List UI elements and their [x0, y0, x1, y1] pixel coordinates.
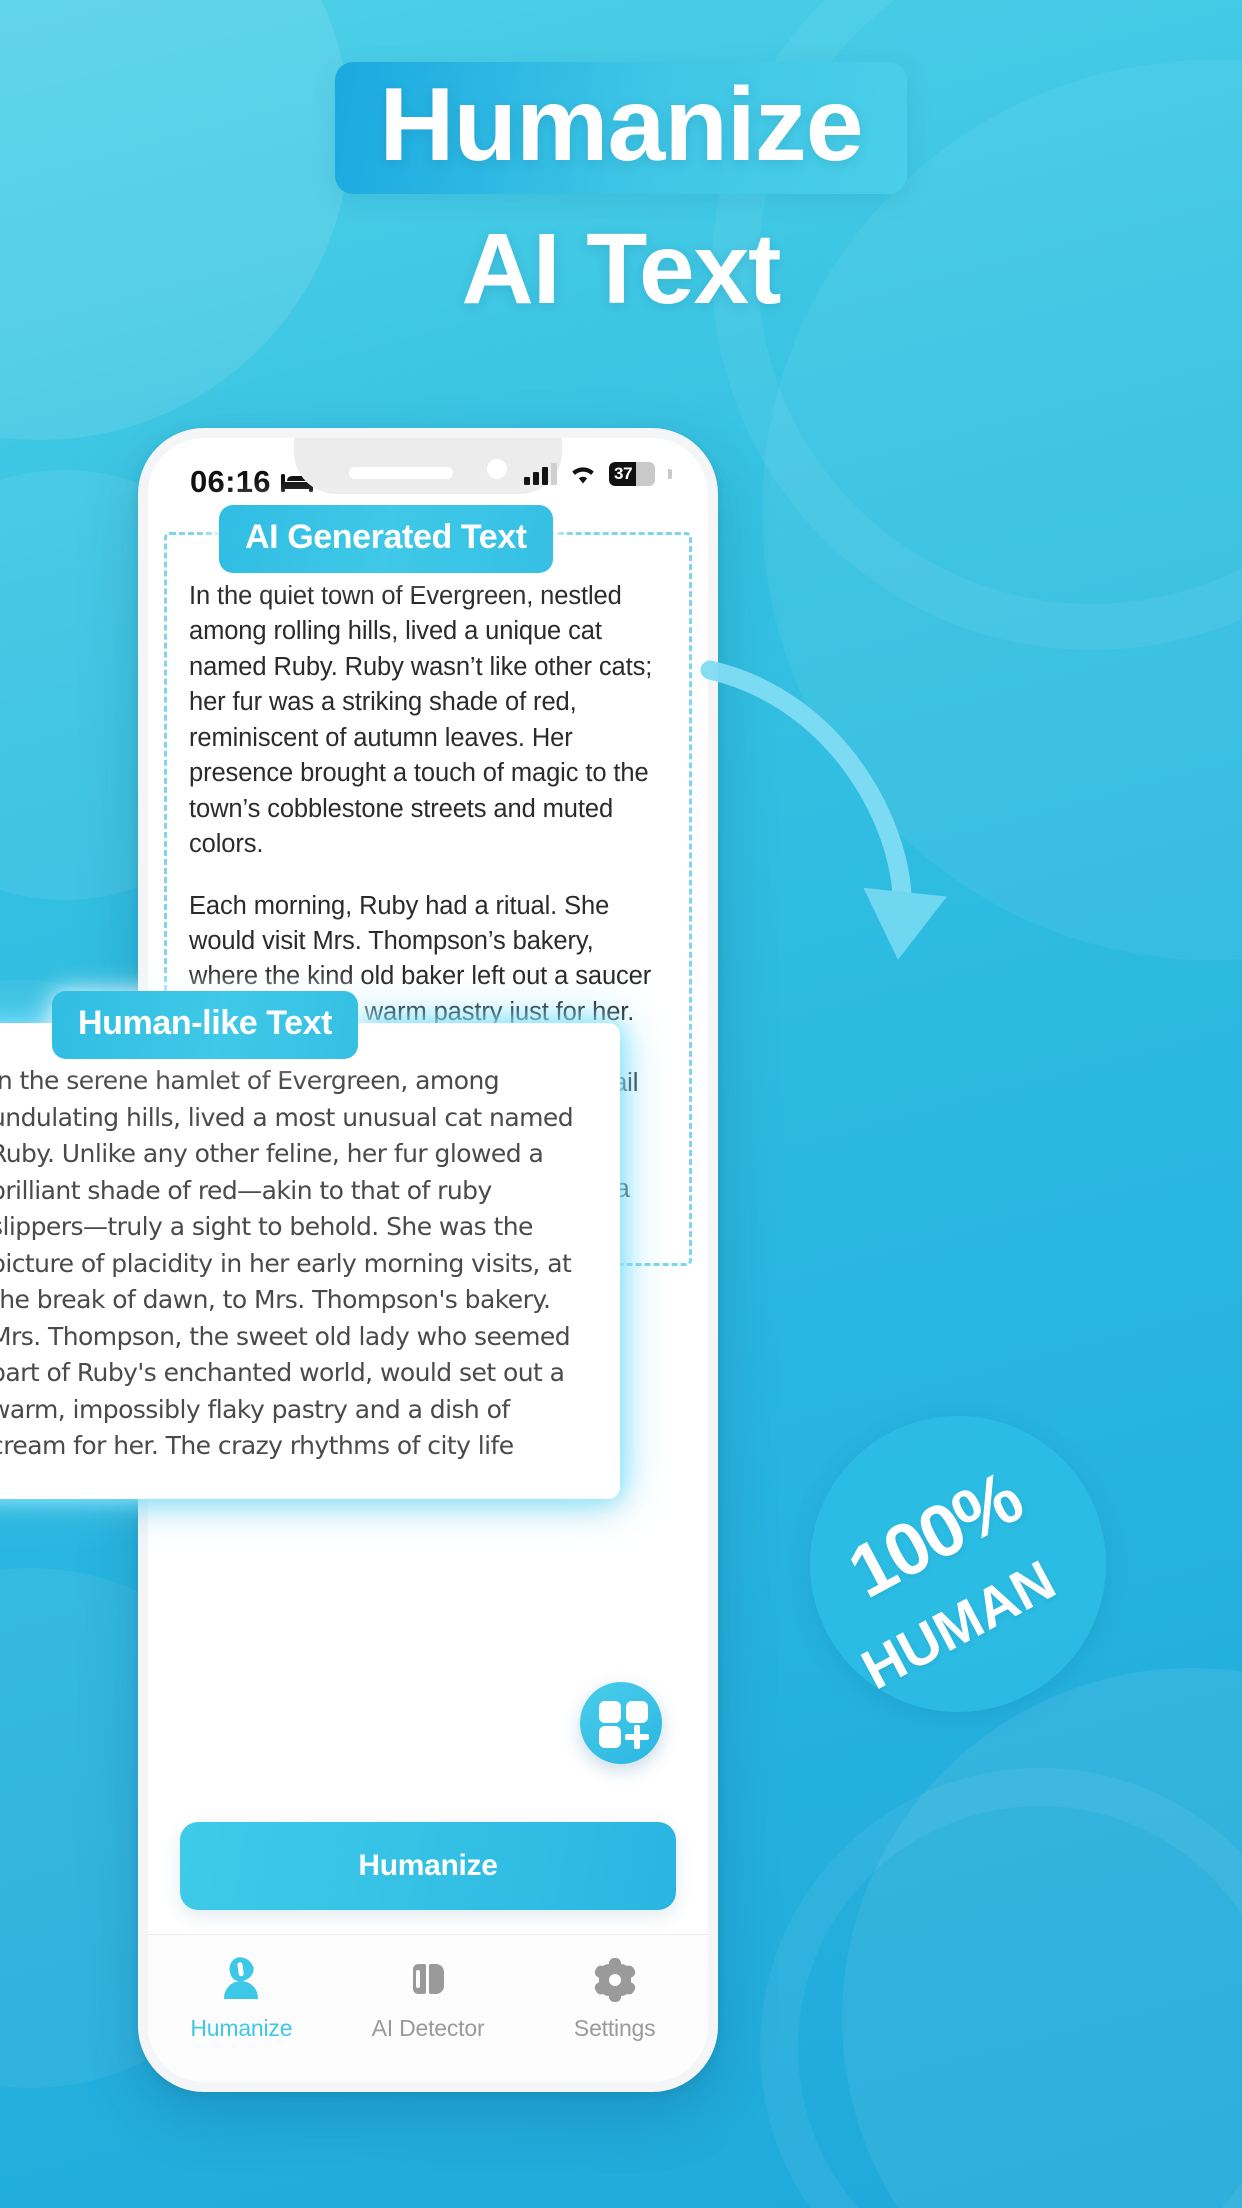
ai-paragraph: In the quiet town of Evergreen, nestled …	[189, 582, 653, 859]
nav-label-humanize: Humanize	[190, 2015, 293, 2041]
dynamic-island	[294, 438, 562, 494]
wifi-icon	[572, 467, 594, 484]
detector-icon	[405, 1957, 451, 2003]
human-like-text-card[interactable]: Human-like Text In the serene hamlet of …	[0, 991, 620, 1499]
headline-line-2-wrap: AI Text	[0, 216, 1242, 322]
status-bar-time-group: 06:16	[190, 464, 314, 500]
battery-level-label: 37	[614, 464, 633, 483]
battery-icon: 37	[609, 462, 655, 486]
ai-generated-text-tag: AI Generated Text	[219, 505, 553, 573]
human-like-text-tag: Human-like Text	[52, 991, 359, 1059]
island-speaker	[349, 467, 453, 479]
headline-line-1: Humanize	[379, 67, 863, 183]
marketing-screenshot: Humanize AI Text 06:16 37 AI Generated T…	[0, 0, 1242, 2208]
grid-square	[599, 1726, 621, 1748]
headline: Humanize AI Text	[0, 62, 1242, 322]
headline-line-2: AI Text	[461, 213, 782, 326]
island-camera	[487, 459, 507, 479]
clock-label: 06:16	[190, 464, 271, 499]
background-ring	[760, 1768, 1242, 2208]
humanize-button[interactable]: Humanize	[180, 1822, 676, 1910]
nav-item-humanize[interactable]: Humanize	[148, 1952, 335, 2042]
person-edit-icon	[218, 1952, 264, 2003]
status-bar-indicators: 37	[524, 462, 672, 486]
battery-tip	[668, 469, 672, 479]
human-like-text-body: In the serene hamlet of Evergreen, among…	[0, 1066, 574, 1460]
nav-label-settings: Settings	[573, 2015, 656, 2041]
nav-item-settings[interactable]: Settings	[521, 1957, 708, 2042]
nav-label-ai-detector: AI Detector	[371, 2015, 485, 2041]
plus-horizontal	[625, 1734, 649, 1740]
headline-line-1-chip: Humanize	[335, 62, 907, 195]
grid-square	[626, 1701, 648, 1723]
background-blob	[842, 1668, 1242, 2208]
nav-item-ai-detector[interactable]: AI Detector	[335, 1957, 522, 2042]
grid-plus-icon	[599, 1701, 621, 1723]
hundred-percent-human-badge: 100% HUMAN	[810, 1416, 1106, 1712]
cellular-bars-icon	[524, 463, 557, 485]
add-template-button[interactable]	[580, 1682, 662, 1764]
transform-arrow	[690, 660, 990, 1005]
gear-icon	[592, 1957, 638, 2003]
bottom-navigation: Humanize AI Detector Settings	[148, 1934, 708, 2082]
